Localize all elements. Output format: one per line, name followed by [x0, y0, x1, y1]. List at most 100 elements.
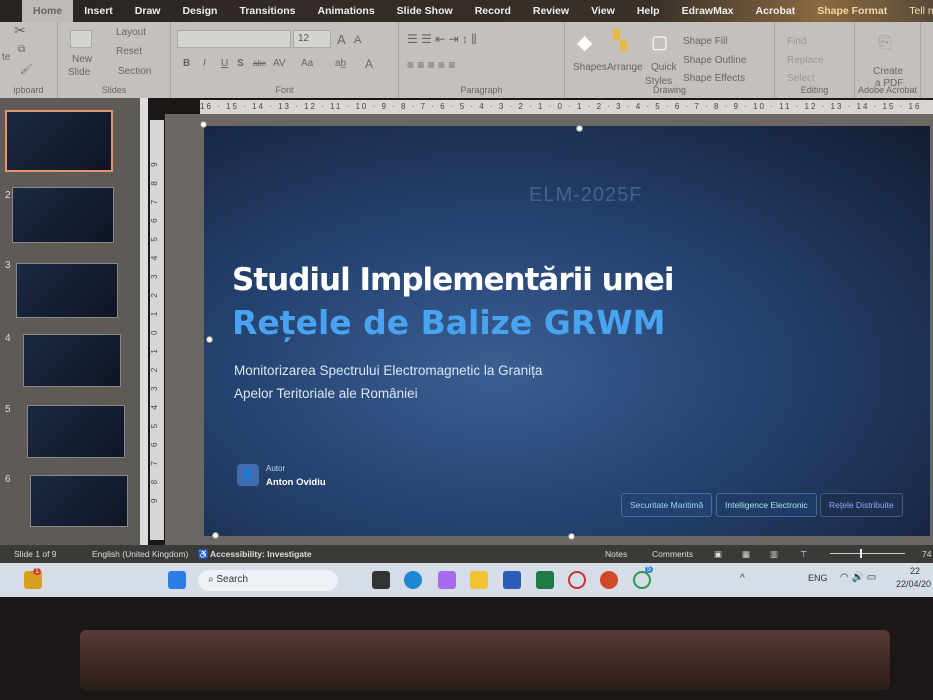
new-slide-icon[interactable] [70, 30, 92, 48]
tab-slide-show[interactable]: Slide Show [386, 5, 464, 17]
quick-styles-icon[interactable]: ▢ [651, 32, 668, 53]
font-name-input[interactable] [177, 30, 291, 48]
arrange-button[interactable]: Arrange [607, 62, 643, 73]
opera-icon[interactable] [568, 571, 586, 589]
slideshow-icon[interactable]: ⊤ [800, 545, 807, 563]
grow-font-button[interactable]: A [337, 32, 346, 47]
slide-thumbnail-1[interactable] [5, 110, 113, 172]
app-icon[interactable] [372, 571, 390, 589]
reset-button[interactable]: Reset [116, 46, 142, 57]
font-size-input[interactable]: 12 [293, 30, 331, 48]
language-indicator[interactable]: English (United Kingdom) [92, 545, 188, 563]
clock-date[interactable]: 22/04/20 [896, 579, 931, 589]
taskbar-search[interactable]: ⌕ Search [198, 570, 338, 591]
quick-styles-label[interactable]: Quick [651, 62, 677, 73]
zoom-slider[interactable] [830, 549, 905, 558]
notes-button[interactable]: Notes [605, 545, 627, 563]
reading-view-icon[interactable]: ▥ [770, 545, 778, 563]
tab-shape-format[interactable]: Shape Format [806, 5, 898, 17]
font-color-button[interactable]: A [365, 57, 373, 71]
shapes-button[interactable]: Shapes [573, 62, 607, 73]
tab-insert[interactable]: Insert [73, 5, 124, 17]
tray-chevron-icon[interactable]: ^ [740, 573, 745, 584]
wifi-volume-battery-icon[interactable]: ◠ 🔊 ▭ [840, 572, 876, 583]
tell-me-search[interactable]: Tell me [898, 5, 933, 17]
slide-thumbnail-2[interactable] [12, 187, 114, 243]
replace-button[interactable]: Replace [787, 55, 824, 66]
paste-button[interactable]: te [2, 52, 10, 63]
comments-button[interactable]: Comments [652, 545, 693, 563]
tab-animations[interactable]: Animations [307, 5, 386, 17]
italic-button[interactable]: I [203, 58, 206, 69]
arrange-icon[interactable]: ▚ [613, 30, 627, 51]
slide-thumbnail-5[interactable] [27, 405, 125, 458]
slide-subtitle-line1[interactable]: Monitorizarea Spectrului Electromagnetic… [234, 363, 542, 378]
font-group: 12 A A B I U S abc AV Aa ab̲ A Font [171, 22, 399, 98]
normal-view-icon[interactable]: ▣ [714, 545, 722, 563]
underline-button[interactable]: U [221, 58, 228, 69]
shapes-icon[interactable]: ◆ [577, 30, 592, 55]
resize-handle[interactable] [200, 121, 207, 128]
edge-icon[interactable] [404, 571, 422, 589]
tab-acrobat[interactable]: Acrobat [745, 5, 807, 17]
whatsapp-icon[interactable] [633, 571, 651, 589]
language-button[interactable]: ENG [808, 573, 828, 583]
tab-review[interactable]: Review [522, 5, 580, 17]
strikethrough-button[interactable]: abc [253, 59, 266, 68]
align-icons[interactable]: ≡ ≡ ≡ ≡ ≡ [407, 58, 455, 72]
resize-handle[interactable] [212, 532, 219, 539]
powerpoint-icon[interactable] [600, 571, 618, 589]
select-button[interactable]: Select [787, 73, 815, 84]
shrink-font-button[interactable]: A [354, 34, 361, 46]
change-case-button[interactable]: Aa [301, 58, 313, 69]
notification-badge: 1 [33, 568, 41, 575]
slide-title-line2[interactable]: Rețele de Balize GRWM [232, 303, 665, 342]
copy-icon[interactable]: ⧉ [18, 44, 25, 55]
slide-thumbnail-6[interactable] [30, 475, 128, 527]
cut-icon[interactable]: ✂ [14, 22, 26, 39]
tab-design[interactable]: Design [171, 5, 228, 17]
slide-thumbnail-3[interactable] [16, 263, 118, 318]
shape-fill-button[interactable]: Shape Fill [683, 36, 727, 47]
excel-icon[interactable] [536, 571, 554, 589]
section-button[interactable]: Section [118, 66, 151, 77]
find-button[interactable]: Find [787, 36, 806, 47]
thumb-number: 4 [5, 333, 11, 344]
shadow-button[interactable]: S [237, 58, 244, 69]
slide-canvas[interactable]: ELM-2025F Studiul Implementării unei Reț… [204, 126, 930, 536]
slide-subtitle-line2[interactable]: Apelor Teritoriale ale României [234, 386, 418, 401]
layout-button[interactable]: Layout [116, 27, 146, 38]
create-pdf-label[interactable]: Create [873, 66, 903, 77]
slide-thumbnail-4[interactable] [23, 334, 121, 387]
new-slide-label[interactable]: New [72, 54, 92, 65]
tab-home[interactable]: Home [22, 0, 74, 22]
bullets-icon[interactable]: ☰ ☰ ⇤ ⇥ ↕ ⫼ [407, 32, 477, 47]
clock-time[interactable]: 22 [910, 566, 920, 576]
shape-effects-button[interactable]: Shape Effects [683, 73, 745, 84]
start-icon[interactable] [168, 571, 186, 589]
resize-handle[interactable] [576, 125, 583, 132]
tab-record[interactable]: Record [464, 5, 522, 17]
highlight-icon[interactable]: ab̲ [335, 58, 346, 69]
resize-handle[interactable] [206, 336, 213, 343]
tab-draw[interactable]: Draw [124, 5, 172, 17]
thumbnail-scrollbar[interactable] [140, 98, 148, 545]
copilot-icon[interactable] [438, 571, 456, 589]
word-icon[interactable] [503, 571, 521, 589]
character-spacing-button[interactable]: AV [273, 58, 286, 69]
tab-edrawmax[interactable]: EdrawMax [671, 5, 745, 17]
format-painter-icon[interactable]: 🖌 [20, 64, 33, 75]
accessibility-status[interactable]: Accessibility: Investigate [210, 545, 312, 563]
tab-help[interactable]: Help [626, 5, 671, 17]
file-explorer-icon[interactable] [470, 571, 488, 589]
tab-transitions[interactable]: Transitions [228, 5, 306, 17]
pdf-icon[interactable]: ⎘ [879, 34, 892, 52]
zoom-level[interactable]: 74 [922, 545, 931, 563]
shape-outline-button[interactable]: Shape Outline [683, 55, 746, 66]
new-slide-label-2[interactable]: Slide [68, 67, 90, 78]
bold-button[interactable]: B [183, 58, 190, 69]
tab-view[interactable]: View [580, 5, 626, 17]
resize-handle[interactable] [568, 533, 575, 540]
slide-sorter-icon[interactable]: ▦ [742, 545, 750, 563]
slide-title-line1[interactable]: Studiul Implementării unei [232, 262, 674, 298]
